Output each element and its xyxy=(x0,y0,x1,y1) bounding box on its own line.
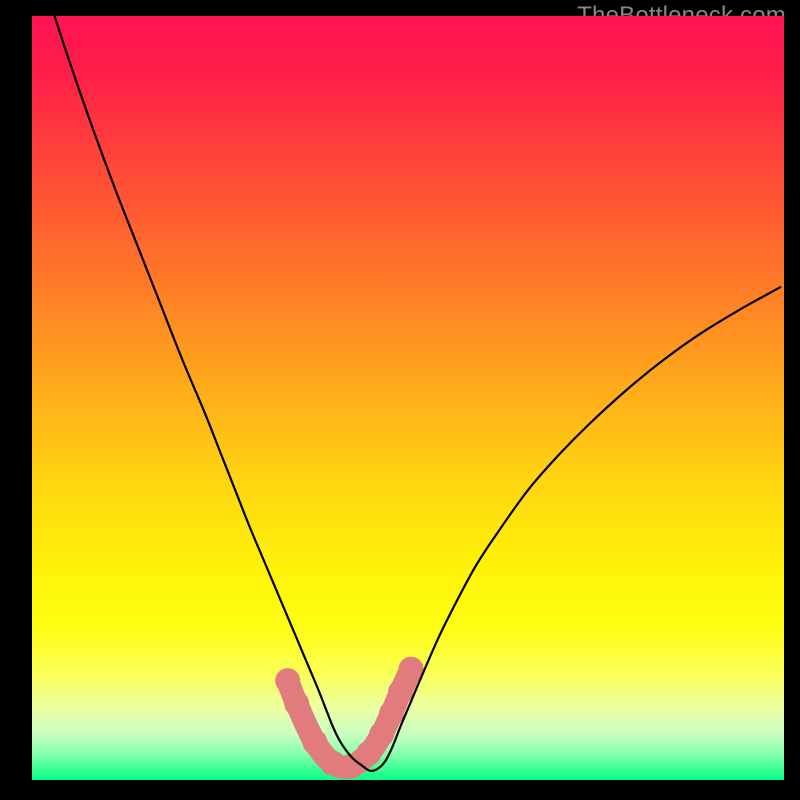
chart-plot xyxy=(32,16,784,780)
frame: { "watermark": "TheBottleneck.com", "cha… xyxy=(0,0,800,800)
bottleneck-band-dot xyxy=(284,691,309,716)
bottleneck-band-dot xyxy=(302,729,327,754)
bottleneck-band-dot xyxy=(379,701,404,726)
bottleneck-band-dot xyxy=(388,680,413,705)
chart-svg xyxy=(32,16,784,780)
bottleneck-band-dot xyxy=(275,668,300,693)
